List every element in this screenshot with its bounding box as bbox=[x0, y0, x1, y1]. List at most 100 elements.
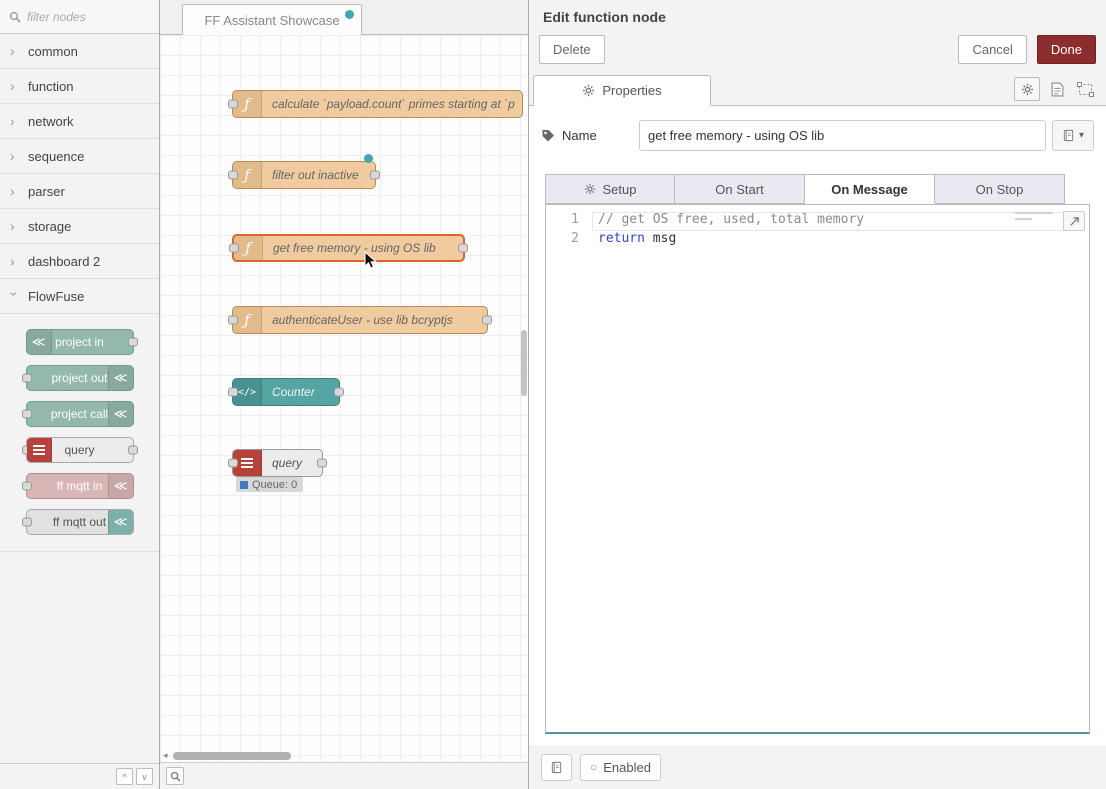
chevron-right-icon: › bbox=[10, 114, 19, 128]
palette-category-network[interactable]: › network bbox=[0, 104, 159, 139]
palette-category-common[interactable]: › common bbox=[0, 34, 159, 69]
input-port[interactable] bbox=[229, 244, 239, 253]
enabled-toggle-button[interactable]: ○ Enabled bbox=[580, 754, 661, 781]
horizontal-scroll-thumb[interactable] bbox=[173, 752, 291, 760]
name-input[interactable] bbox=[639, 120, 1046, 151]
node-appearance-button[interactable] bbox=[1075, 80, 1096, 99]
palette-category-parser[interactable]: › parser bbox=[0, 174, 159, 209]
tab-on-stop[interactable]: On Stop bbox=[935, 174, 1065, 204]
flow-node-counter[interactable]: </> Counter bbox=[232, 378, 340, 406]
tab-on-start[interactable]: On Start bbox=[675, 174, 805, 204]
output-port bbox=[128, 338, 138, 347]
flow-node-authenticate-user[interactable]: ƒ authenticateUser - use lib bcryptjs bbox=[232, 306, 488, 334]
output-port bbox=[128, 446, 138, 455]
dialog-body: Name ▾ Setup On Start On Message bbox=[529, 106, 1106, 745]
node-changed-indicator bbox=[364, 154, 373, 163]
canvas-vertical-scrollbar[interactable] bbox=[521, 330, 527, 396]
palette-category-flowfuse[interactable]: › FlowFuse bbox=[0, 279, 159, 314]
tab-setup[interactable]: Setup bbox=[545, 174, 675, 204]
flow-node-query[interactable]: query bbox=[232, 449, 323, 477]
name-form-row: Name ▾ bbox=[529, 106, 1106, 163]
flow-canvas[interactable]: ƒ calculate `payload.count` primes start… bbox=[160, 35, 528, 762]
node-description-button[interactable] bbox=[1049, 80, 1066, 99]
node-status-badge: Queue: 0 bbox=[236, 477, 303, 492]
book-icon bbox=[550, 761, 563, 774]
query-database-icon bbox=[27, 438, 52, 462]
dialog-button-row: Delete Cancel Done bbox=[529, 32, 1106, 74]
input-port bbox=[22, 482, 32, 491]
mqtt-icon: ≪ bbox=[108, 474, 133, 498]
node-label: get free memory - using OS lib bbox=[263, 241, 446, 255]
flow-node-filter-out-inactive[interactable]: ƒ filter out inactive bbox=[232, 161, 376, 189]
flow-node-get-free-memory[interactable]: ƒ get free memory - using OS lib bbox=[232, 234, 465, 262]
palette-footer: ^ v bbox=[0, 763, 159, 789]
input-port[interactable] bbox=[228, 316, 238, 325]
output-port[interactable] bbox=[458, 244, 468, 253]
library-button[interactable]: ▾ bbox=[1052, 120, 1094, 151]
collapse-all-button[interactable]: ^ bbox=[116, 768, 133, 785]
output-port[interactable] bbox=[482, 316, 492, 325]
delete-button[interactable]: Delete bbox=[539, 35, 605, 64]
tab-on-message[interactable]: On Message bbox=[805, 174, 935, 204]
output-port[interactable] bbox=[334, 388, 344, 397]
input-port[interactable] bbox=[228, 388, 238, 397]
search-icon bbox=[9, 11, 21, 23]
palette-node-project-call[interactable]: project call ≪ bbox=[26, 401, 134, 427]
code-line: // get OS free, used, total memory bbox=[592, 212, 1075, 231]
document-icon bbox=[1051, 82, 1064, 97]
canvas-footer bbox=[160, 762, 528, 789]
flowfuse-project-icon: ≪ bbox=[108, 366, 133, 390]
enabled-circle-icon: ○ bbox=[590, 760, 597, 774]
magnifier-icon bbox=[170, 771, 181, 782]
library-export-button[interactable] bbox=[541, 754, 572, 781]
input-port[interactable] bbox=[228, 100, 238, 109]
code-editor-content[interactable]: // get OS free, used, total memory retur… bbox=[592, 205, 1089, 732]
name-label: Name bbox=[541, 128, 639, 143]
palette-category-sequence[interactable]: › sequence bbox=[0, 139, 159, 174]
zoom-button[interactable] bbox=[166, 767, 184, 785]
palette-node-label: project call bbox=[51, 407, 108, 421]
palette-node-project-in[interactable]: ≪ project in bbox=[26, 329, 134, 355]
output-port[interactable] bbox=[317, 459, 327, 468]
palette-node-project-out[interactable]: project out ≪ bbox=[26, 365, 134, 391]
flowfuse-node-list: ≪ project in project out ≪ project call … bbox=[0, 314, 159, 552]
chevron-down-icon: › bbox=[8, 292, 22, 301]
status-square-icon bbox=[240, 481, 248, 489]
chevron-right-icon: › bbox=[10, 44, 19, 58]
expand-arrow-icon bbox=[1069, 216, 1080, 227]
palette-category-storage[interactable]: › storage bbox=[0, 209, 159, 244]
cancel-button[interactable]: Cancel bbox=[958, 35, 1026, 64]
output-port[interactable] bbox=[370, 171, 380, 180]
tab-properties[interactable]: Properties bbox=[533, 75, 711, 106]
input-port[interactable] bbox=[228, 459, 238, 468]
tab-ff-assistant-showcase[interactable]: FF Assistant Showcase bbox=[182, 4, 362, 35]
palette-node-ff-mqtt-out[interactable]: ff mqtt out ≪ bbox=[26, 509, 134, 535]
gear-icon bbox=[584, 183, 596, 195]
palette-node-query[interactable]: query bbox=[26, 437, 134, 463]
flow-node-calculate-primes[interactable]: ƒ calculate `payload.count` primes start… bbox=[232, 90, 523, 118]
category-label: sequence bbox=[28, 149, 84, 164]
palette-node-ff-mqtt-in[interactable]: ff mqtt in ≪ bbox=[26, 473, 134, 499]
node-label: filter out inactive bbox=[262, 168, 369, 182]
category-label: FlowFuse bbox=[28, 289, 84, 304]
node-label: Counter bbox=[262, 385, 325, 399]
dialog-title: Edit function node bbox=[529, 0, 1106, 32]
category-label: common bbox=[28, 44, 78, 59]
line-number: 1 bbox=[546, 212, 592, 231]
expand-all-button[interactable]: v bbox=[136, 768, 153, 785]
search-input[interactable] bbox=[27, 10, 142, 24]
tab-label: On Message bbox=[831, 182, 908, 197]
editor-minimap[interactable] bbox=[1015, 212, 1057, 224]
expand-editor-button[interactable] bbox=[1063, 211, 1085, 231]
category-label: network bbox=[28, 114, 74, 129]
mqtt-icon: ≪ bbox=[108, 510, 133, 534]
node-label: authenticateUser - use lib bcryptjs bbox=[262, 313, 463, 327]
done-button[interactable]: Done bbox=[1037, 35, 1096, 64]
palette-category-function[interactable]: › function bbox=[0, 69, 159, 104]
scroll-left-icon[interactable]: ◂ bbox=[163, 750, 168, 761]
palette-category-dashboard-2[interactable]: › dashboard 2 bbox=[0, 244, 159, 279]
code-keyword: return bbox=[598, 231, 645, 246]
gear-icon bbox=[1021, 83, 1034, 96]
node-settings-button[interactable] bbox=[1014, 77, 1040, 101]
input-port[interactable] bbox=[228, 171, 238, 180]
